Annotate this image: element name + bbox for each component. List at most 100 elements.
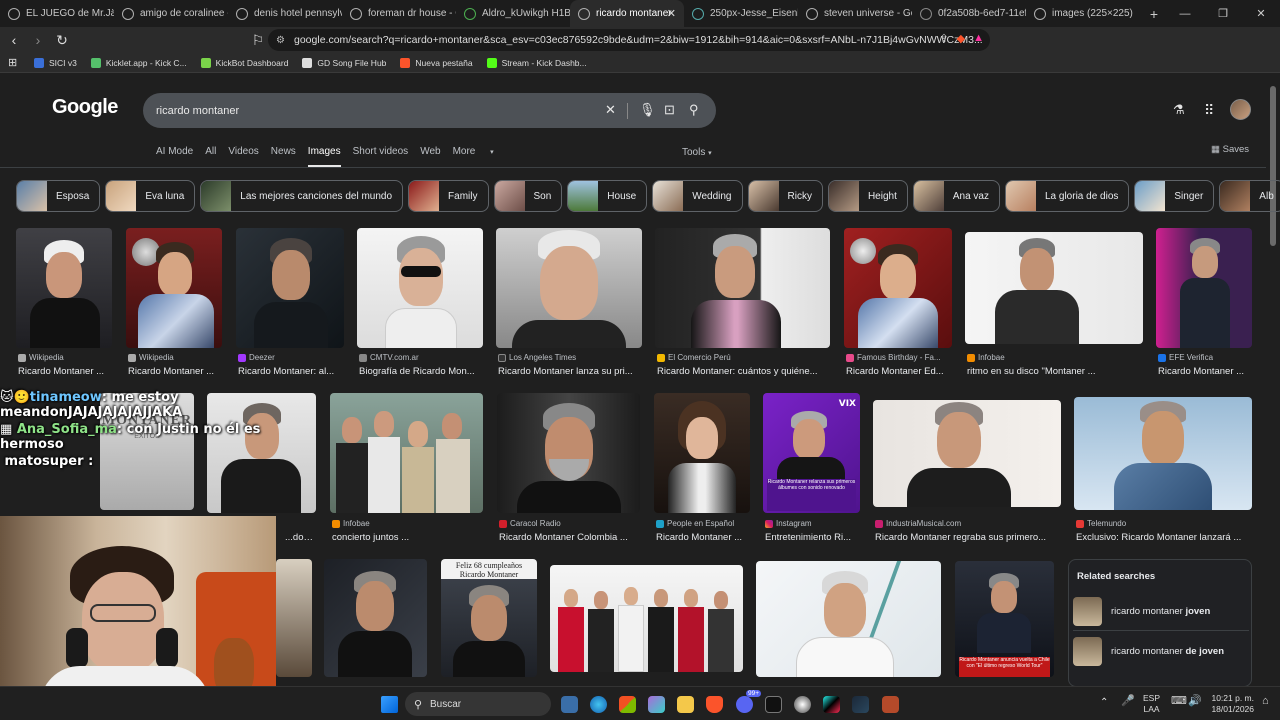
chip[interactable]: Esposa	[16, 180, 101, 212]
epic-games-icon[interactable]	[765, 696, 782, 713]
bookmark-item[interactable]: Stream - Kick Dashb...	[486, 57, 587, 68]
image-title[interactable]: Ricardo Montaner ...	[1158, 366, 1252, 377]
close-window-icon[interactable]: ✕	[1242, 7, 1280, 20]
file-explorer-icon[interactable]	[561, 696, 578, 713]
bookmark-item[interactable]: GD Song File Hub	[302, 57, 386, 68]
image-title[interactable]: Entretenimiento Ri...	[765, 532, 861, 543]
chip[interactable]: Wedding	[652, 180, 743, 212]
tab[interactable]: 0f2a508b-6ed7-11ef-8	[912, 0, 1026, 27]
chip[interactable]: House	[567, 180, 648, 212]
image-result[interactable]	[844, 228, 952, 348]
game-icon[interactable]	[882, 696, 899, 713]
chip[interactable]: Las mejores canciones del mundo	[200, 180, 404, 212]
tab[interactable]: foreman dr house - Go	[342, 0, 456, 27]
close-tab-icon[interactable]: ✕	[667, 7, 676, 20]
related-search-item[interactable]: ricardo montaner de joven	[1073, 633, 1249, 669]
share-icon[interactable]: ⇪	[939, 32, 948, 45]
bookmark-icon[interactable]: ⚐	[248, 32, 268, 49]
chip[interactable]: Eva luna	[105, 180, 196, 212]
clear-icon[interactable]: ✕	[605, 102, 616, 118]
minimize-icon[interactable]: —	[1166, 8, 1204, 20]
saves-button[interactable]: ▦ Saves	[1211, 144, 1249, 155]
copilot-icon[interactable]	[648, 696, 665, 713]
tab-images[interactable]: Images	[307, 146, 341, 168]
image-result[interactable]	[873, 400, 1061, 507]
chip[interactable]: Son	[493, 180, 563, 212]
image-title[interactable]: Ricardo Montaner ...	[128, 366, 224, 377]
folder-icon[interactable]	[677, 696, 694, 713]
related-search-item[interactable]: ricardo montaner joven	[1073, 593, 1249, 629]
windows-start-icon[interactable]	[381, 696, 398, 713]
image-result[interactable]	[965, 232, 1143, 344]
new-tab-icon[interactable]: +	[1140, 6, 1168, 22]
image-result[interactable]: Ricardo Montaner anuncia vuelta a Chile …	[955, 561, 1054, 677]
lens-icon[interactable]: ⊡	[664, 102, 675, 118]
bookmark-item[interactable]: Kicklet.app - Kick C...	[90, 57, 187, 68]
image-result[interactable]	[497, 393, 640, 513]
image-result[interactable]	[1156, 228, 1252, 348]
tab-short-videos[interactable]: Short videos	[353, 146, 409, 168]
tab[interactable]: steven universe - Goo	[798, 0, 912, 27]
chip[interactable]: Alb	[1219, 180, 1280, 212]
discord-icon[interactable]	[736, 696, 753, 713]
search-icon[interactable]: ⚲	[689, 102, 699, 118]
edge-icon[interactable]	[590, 696, 607, 713]
image-result[interactable]	[756, 561, 941, 677]
image-result[interactable]	[496, 228, 642, 348]
brave-rewards-icon[interactable]: ▲	[973, 32, 984, 45]
image-title[interactable]: Biografía de Ricardo Mon...	[359, 366, 483, 377]
obs-icon[interactable]	[794, 696, 811, 713]
tray-chevron-icon[interactable]: ⌃	[1100, 697, 1108, 708]
bookmark-item[interactable]: SICI v3	[34, 57, 77, 68]
image-title[interactable]: ...do Mo...	[285, 532, 315, 543]
image-title[interactable]: concierto juntos ...	[332, 532, 482, 543]
tab[interactable]: denis hotel pennsylvan	[228, 0, 342, 27]
scrollbar-thumb[interactable]	[1270, 86, 1276, 246]
tab[interactable]: images (225×225)	[1026, 0, 1140, 27]
tools-button[interactable]: Tools ▾	[682, 147, 712, 158]
image-result[interactable]	[1074, 397, 1252, 510]
tab[interactable]: amigo de coralinee - G	[114, 0, 228, 27]
image-result[interactable]	[276, 559, 312, 677]
search-box[interactable]: ricardo montaner ✕ 🎙 ⊡ ⚲	[143, 93, 716, 128]
tab-news[interactable]: News	[271, 146, 296, 168]
image-title[interactable]: Ricardo Montaner ...	[656, 532, 750, 543]
chip[interactable]: Ricky	[747, 180, 823, 212]
image-result[interactable]: VIX Ricardo Montaner relanza sus primero…	[763, 393, 860, 513]
tab[interactable]: Aldro_kUwikgh H1B6T	[456, 0, 570, 27]
image-title[interactable]: Ricardo Montaner: cuántos y quiéne...	[657, 366, 829, 377]
image-result[interactable]	[16, 228, 112, 348]
image-title[interactable]: Ricardo Montaner regraba sus primero...	[875, 532, 1061, 543]
image-result[interactable]	[357, 228, 483, 348]
tab-all[interactable]: All	[205, 146, 216, 168]
avatar[interactable]	[1230, 99, 1251, 120]
tab-more[interactable]: More ▾	[453, 146, 506, 168]
google-logo[interactable]: Google	[52, 96, 118, 119]
chip[interactable]: La gloria de dios	[1005, 180, 1130, 212]
image-result[interactable]	[236, 228, 344, 348]
image-title[interactable]: Ricardo Montaner Colombia ...	[499, 532, 641, 543]
microphone-icon[interactable]: 🎙	[639, 102, 656, 118]
bookmark-item[interactable]: Nueva pestaña	[400, 57, 473, 68]
tab[interactable]: 250px-Jesse_Eisenberg	[684, 0, 798, 27]
image-result[interactable]	[550, 565, 743, 672]
store-icon[interactable]	[619, 696, 636, 713]
brave-icon[interactable]	[706, 696, 723, 713]
chip[interactable]: Height	[827, 180, 908, 212]
notifications-icon[interactable]: ⌂	[1262, 696, 1269, 707]
chip[interactable]: Ana vaz	[912, 180, 1000, 212]
image-result[interactable]	[655, 228, 830, 348]
tab-videos[interactable]: Videos	[228, 146, 258, 168]
image-title[interactable]: Ricardo Montaner ...	[18, 366, 114, 377]
brave-shields-icon[interactable]: ◆	[957, 32, 965, 45]
labs-flask-icon[interactable]: ⚗	[1173, 102, 1185, 118]
address-bar[interactable]: ⚙ google.com/search?q=ricardo+montaner&s…	[268, 29, 990, 51]
language-indicator[interactable]: ESP LAA	[1143, 693, 1160, 715]
image-title[interactable]: Ricardo Montaner Ed...	[846, 366, 952, 377]
chip[interactable]: Singer	[1134, 180, 1215, 212]
page-scrollbar[interactable]	[1266, 74, 1280, 686]
image-result[interactable]	[330, 393, 483, 513]
maximize-icon[interactable]: ❐	[1204, 7, 1242, 20]
image-result[interactable]	[126, 228, 222, 348]
tab-web[interactable]: Web	[420, 146, 440, 168]
